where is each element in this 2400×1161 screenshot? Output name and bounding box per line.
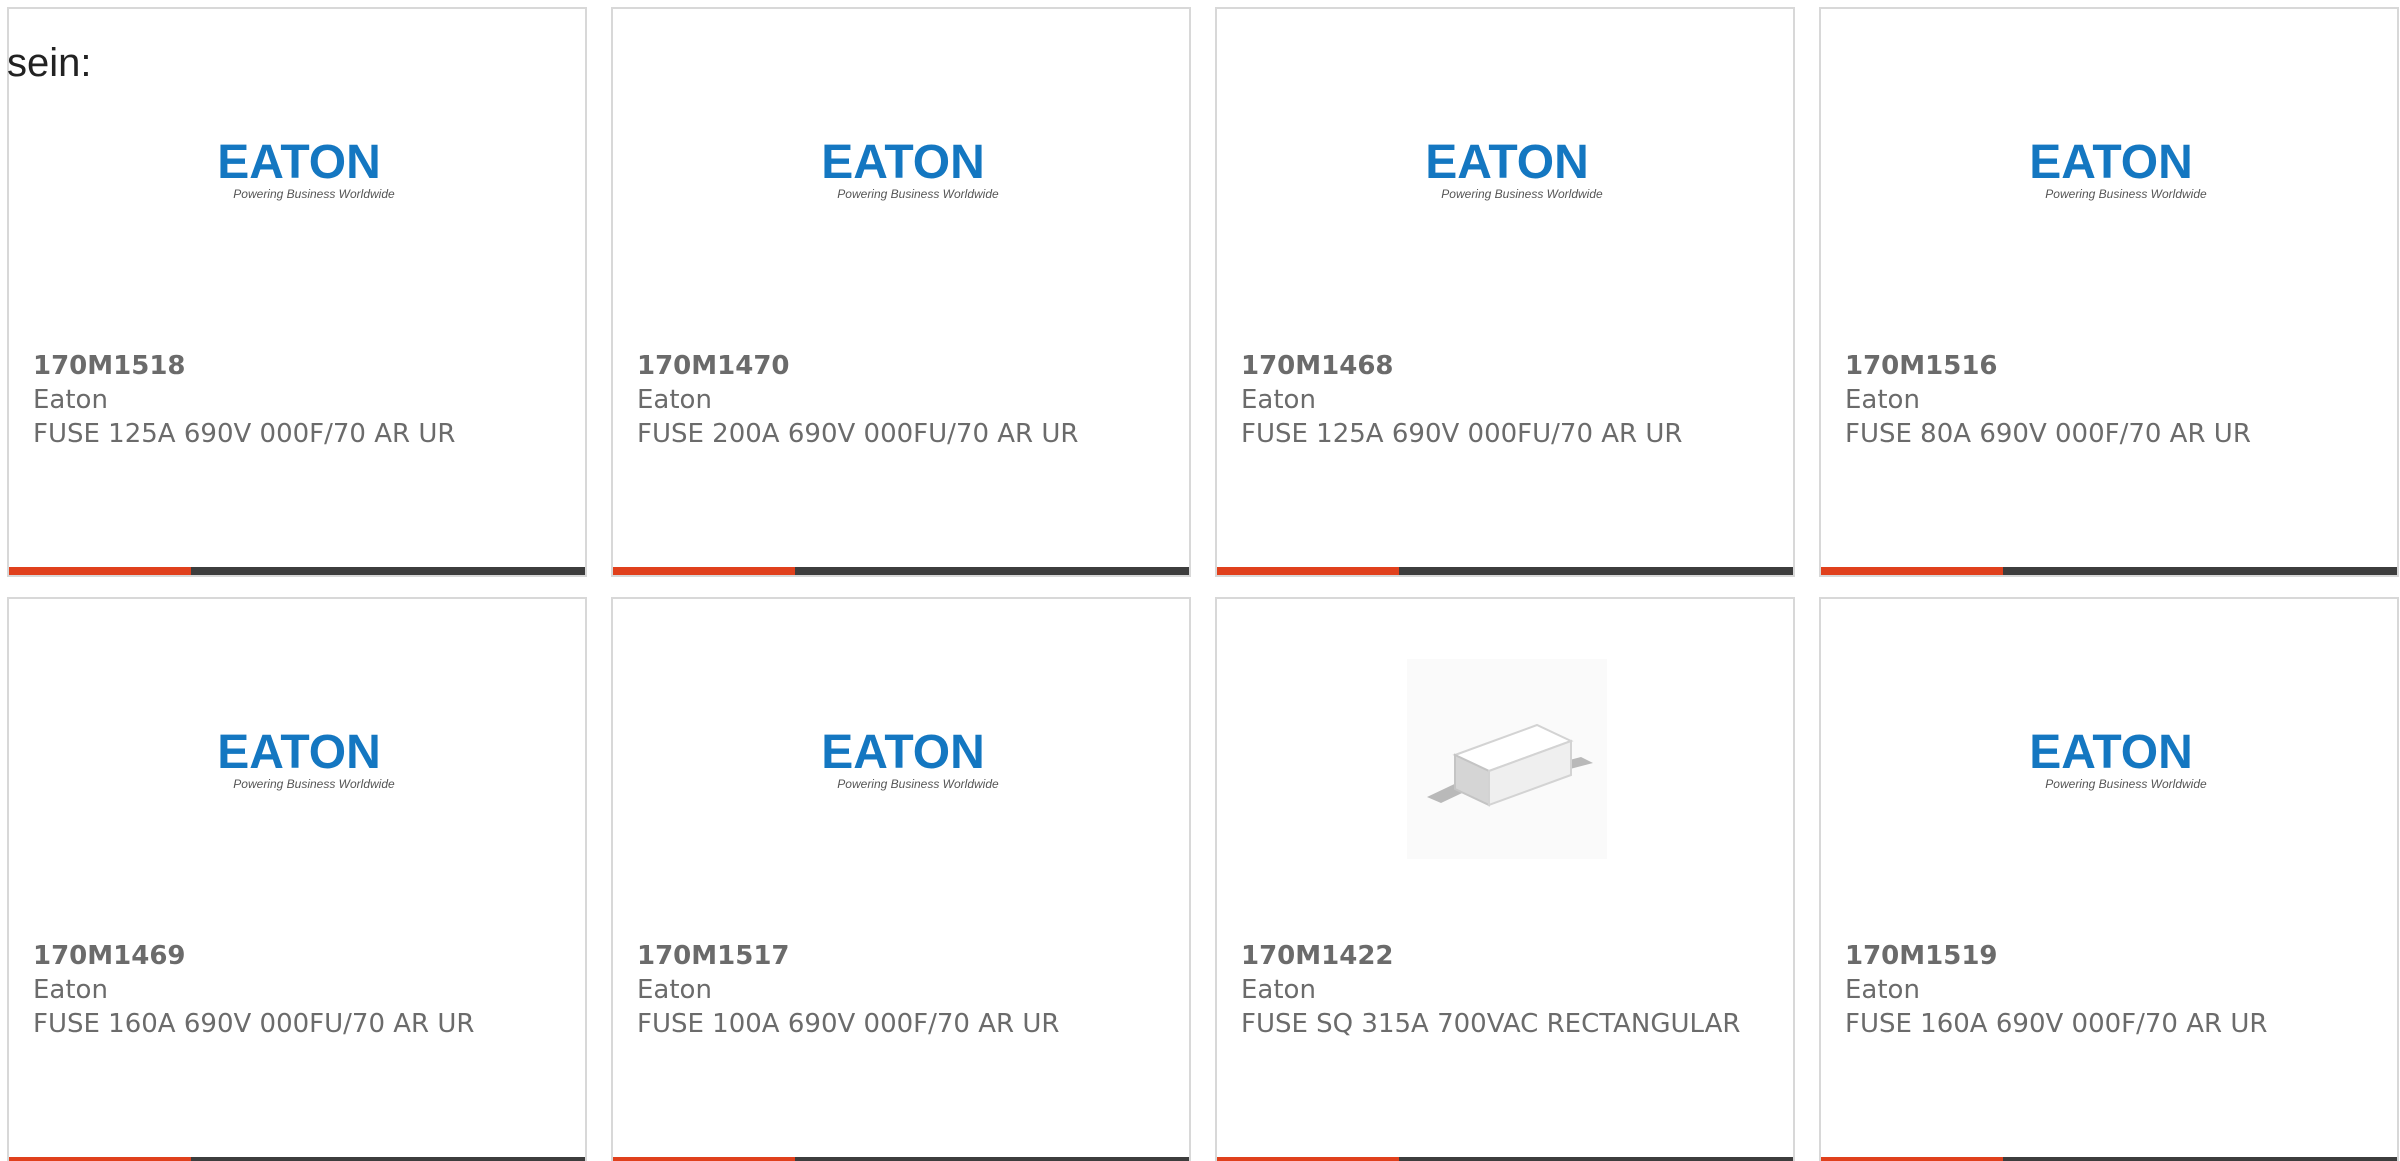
manufacturer: Eaton [1845, 975, 1920, 1005]
accent-bar-rest [191, 567, 585, 575]
manufacturer: Eaton [637, 975, 712, 1005]
card-accent-bar [613, 1157, 1189, 1161]
eaton-logo: EATON Powering Business Worldwide [821, 726, 999, 791]
product-description: FUSE 80A 690V 000F/70 AR UR [1845, 419, 2251, 449]
svg-text:Powering Business Worldwide: Powering Business Worldwide [837, 777, 999, 791]
accent-bar-rest [2003, 1157, 2397, 1161]
part-number[interactable]: 170M1519 [1845, 939, 2365, 973]
accent-bar-rest [2003, 567, 2397, 575]
accent-bar-highlight [1821, 567, 2003, 575]
product-card[interactable]: EATON Powering Business Worldwide 170M15… [611, 597, 1191, 1161]
product-info: 170M1422 Eaton FUSE SQ 315A 700VAC RECTA… [1241, 939, 1761, 1041]
svg-text:EATON: EATON [2029, 136, 2193, 189]
product-description: FUSE 160A 690V 000F/70 AR UR [1845, 1009, 2268, 1039]
accent-bar-highlight [613, 1157, 795, 1161]
svg-text:Powering Business Worldwide: Powering Business Worldwide [233, 777, 395, 791]
product-description: FUSE SQ 315A 700VAC RECTANGULAR [1241, 1009, 1741, 1039]
svg-text:EATON: EATON [1425, 136, 1589, 189]
manufacturer: Eaton [33, 975, 108, 1005]
svg-text:EATON: EATON [217, 726, 381, 779]
product-card[interactable]: EATON Powering Business Worldwide 170M14… [7, 597, 587, 1161]
fuse-product-photo [1407, 659, 1607, 859]
product-info: 170M1469 Eaton FUSE 160A 690V 000FU/70 A… [33, 939, 553, 1041]
svg-text:EATON: EATON [821, 136, 985, 189]
eaton-logo: EATON Powering Business Worldwide [217, 136, 395, 201]
svg-text:Powering Business Worldwide: Powering Business Worldwide [837, 187, 999, 201]
svg-text:EATON: EATON [821, 726, 985, 779]
eaton-logo: EATON Powering Business Worldwide [2029, 136, 2207, 201]
product-grid: EATON Powering Business Worldwide 170M15… [7, 7, 2399, 1161]
svg-text:Powering Business Worldwide: Powering Business Worldwide [1441, 187, 1603, 201]
part-number[interactable]: 170M1422 [1241, 939, 1761, 973]
intro-text: sein: [7, 41, 92, 85]
product-image[interactable]: EATON Powering Business Worldwide [803, 659, 1003, 859]
product-description: FUSE 100A 690V 000F/70 AR UR [637, 1009, 1060, 1039]
product-card[interactable]: EATON Powering Business Worldwide 170M14… [611, 7, 1191, 577]
product-info: 170M1518 Eaton FUSE 125A 690V 000F/70 AR… [33, 349, 553, 451]
card-accent-bar [9, 567, 585, 575]
product-card[interactable]: EATON Powering Business Worldwide 170M15… [1819, 7, 2399, 577]
accent-bar-highlight [9, 1157, 191, 1161]
accent-bar-rest [1399, 1157, 1793, 1161]
svg-text:EATON: EATON [217, 136, 381, 189]
manufacturer: Eaton [1241, 385, 1316, 415]
product-info: 170M1468 Eaton FUSE 125A 690V 000FU/70 A… [1241, 349, 1761, 451]
product-info: 170M1517 Eaton FUSE 100A 690V 000F/70 AR… [637, 939, 1157, 1041]
eaton-logo: EATON Powering Business Worldwide [1425, 136, 1603, 201]
accent-bar-highlight [1821, 1157, 2003, 1161]
product-image[interactable] [1407, 659, 1607, 859]
product-image[interactable]: EATON Powering Business Worldwide [199, 69, 399, 269]
part-number[interactable]: 170M1516 [1845, 349, 2365, 383]
accent-bar-rest [191, 1157, 585, 1161]
accent-bar-highlight [613, 567, 795, 575]
manufacturer: Eaton [637, 385, 712, 415]
card-accent-bar [1217, 567, 1793, 575]
card-accent-bar [9, 1157, 585, 1161]
card-accent-bar [1821, 567, 2397, 575]
svg-text:Powering Business Worldwide: Powering Business Worldwide [2045, 777, 2207, 791]
product-description: FUSE 125A 690V 000FU/70 AR UR [1241, 419, 1683, 449]
product-image[interactable]: EATON Powering Business Worldwide [1407, 69, 1607, 269]
product-info: 170M1470 Eaton FUSE 200A 690V 000FU/70 A… [637, 349, 1157, 451]
svg-text:Powering Business Worldwide: Powering Business Worldwide [2045, 187, 2207, 201]
product-image[interactable]: EATON Powering Business Worldwide [199, 659, 399, 859]
svg-text:Powering Business Worldwide: Powering Business Worldwide [233, 187, 395, 201]
product-description: FUSE 200A 690V 000FU/70 AR UR [637, 419, 1079, 449]
accent-bar-rest [795, 1157, 1189, 1161]
product-image[interactable]: EATON Powering Business Worldwide [2011, 69, 2211, 269]
part-number[interactable]: 170M1517 [637, 939, 1157, 973]
accent-bar-rest [1399, 567, 1793, 575]
part-number[interactable]: 170M1469 [33, 939, 553, 973]
eaton-logo: EATON Powering Business Worldwide [217, 726, 395, 791]
manufacturer: Eaton [1845, 385, 1920, 415]
part-number[interactable]: 170M1470 [637, 349, 1157, 383]
card-accent-bar [1217, 1157, 1793, 1161]
accent-bar-highlight [9, 567, 191, 575]
card-accent-bar [1821, 1157, 2397, 1161]
part-number[interactable]: 170M1518 [33, 349, 553, 383]
product-card[interactable]: EATON Powering Business Worldwide 170M14… [1215, 7, 1795, 577]
product-description: FUSE 160A 690V 000FU/70 AR UR [33, 1009, 475, 1039]
accent-bar-rest [795, 567, 1189, 575]
product-image[interactable]: EATON Powering Business Worldwide [2011, 659, 2211, 859]
eaton-logo: EATON Powering Business Worldwide [2029, 726, 2207, 791]
product-description: FUSE 125A 690V 000F/70 AR UR [33, 419, 456, 449]
part-number[interactable]: 170M1468 [1241, 349, 1761, 383]
product-image[interactable]: EATON Powering Business Worldwide [803, 69, 1003, 269]
manufacturer: Eaton [33, 385, 108, 415]
accent-bar-highlight [1217, 1157, 1399, 1161]
product-card[interactable]: EATON Powering Business Worldwide 170M15… [1819, 597, 2399, 1161]
eaton-logo: EATON Powering Business Worldwide [821, 136, 999, 201]
product-card[interactable]: 170M1422 Eaton FUSE SQ 315A 700VAC RECTA… [1215, 597, 1795, 1161]
manufacturer: Eaton [1241, 975, 1316, 1005]
card-accent-bar [613, 567, 1189, 575]
svg-text:EATON: EATON [2029, 726, 2193, 779]
product-info: 170M1519 Eaton FUSE 160A 690V 000F/70 AR… [1845, 939, 2365, 1041]
product-card[interactable]: EATON Powering Business Worldwide 170M15… [7, 7, 587, 577]
product-info: 170M1516 Eaton FUSE 80A 690V 000F/70 AR … [1845, 349, 2365, 451]
accent-bar-highlight [1217, 567, 1399, 575]
